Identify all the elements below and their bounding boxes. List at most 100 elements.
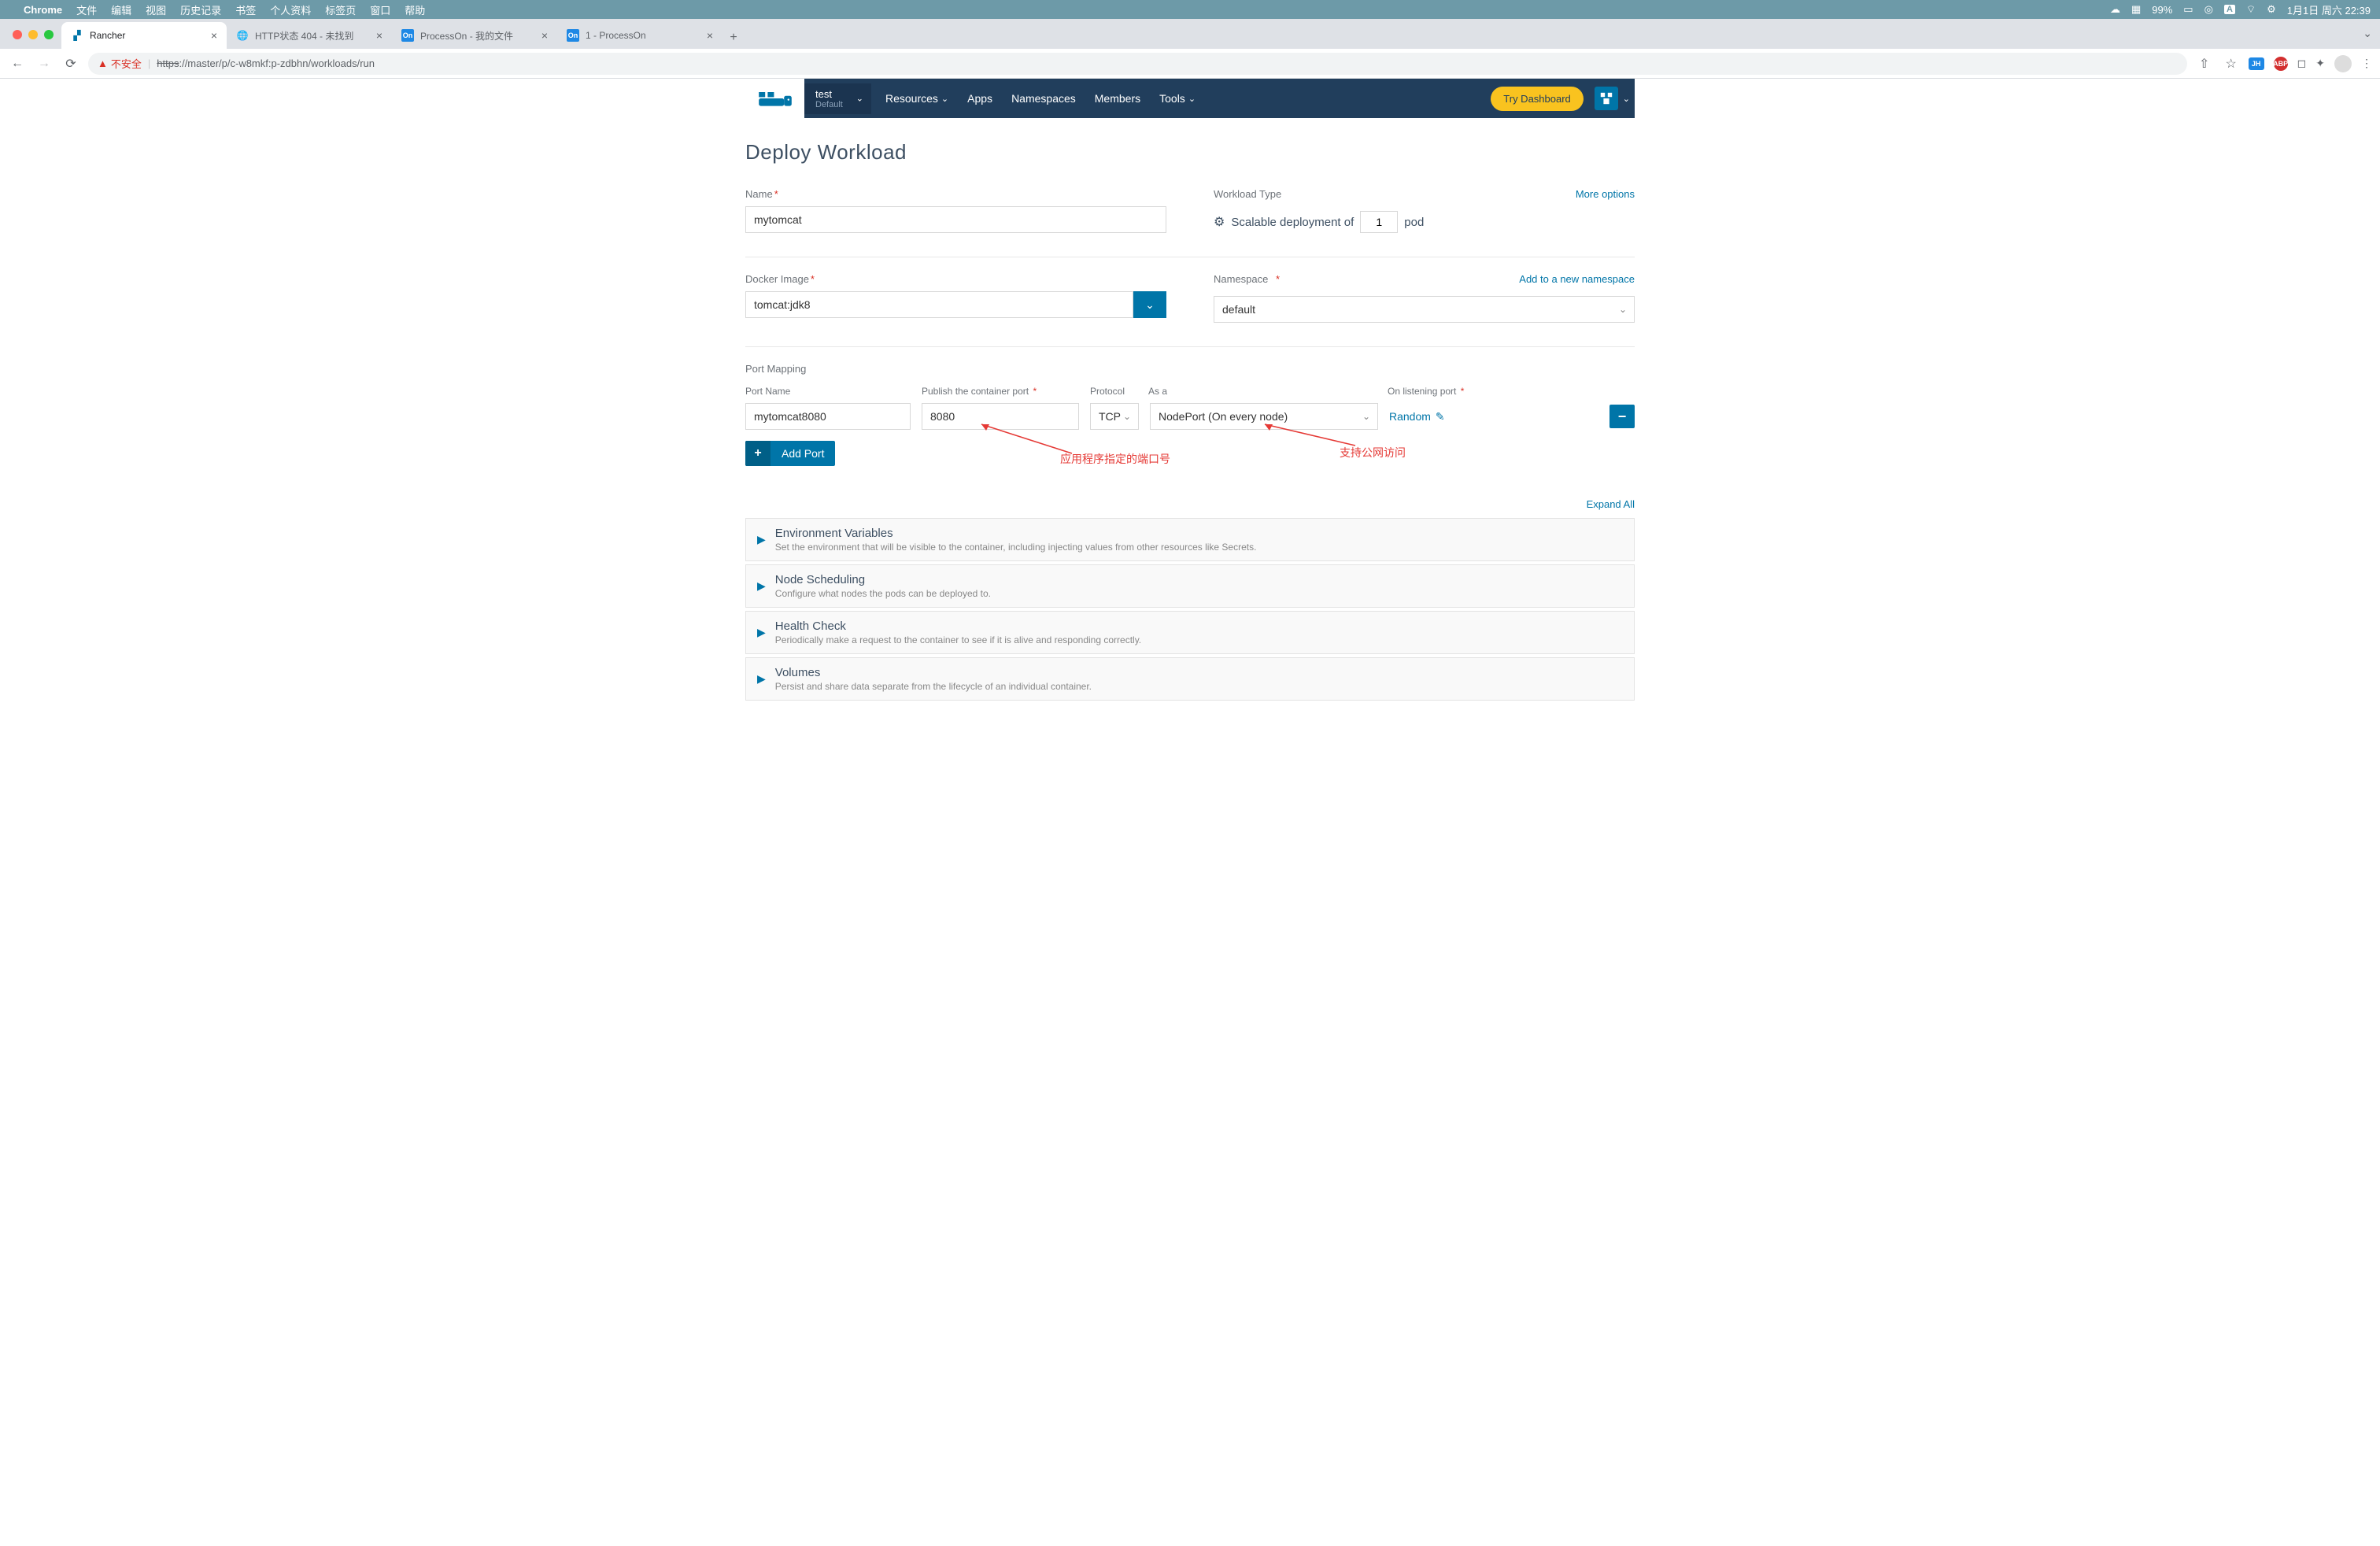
- add-namespace-link[interactable]: Add to a new namespace: [1519, 273, 1635, 285]
- protocol-select[interactable]: TCP: [1090, 403, 1139, 430]
- expand-all-link[interactable]: Expand All: [1587, 498, 1635, 510]
- menu-edit[interactable]: 编辑: [111, 2, 131, 17]
- project-selector[interactable]: test Default ⌄: [804, 83, 871, 114]
- forward-button[interactable]: →: [35, 54, 54, 73]
- port-mapping-label: Port Mapping: [745, 363, 1635, 375]
- reload-button[interactable]: ⟳: [61, 54, 80, 73]
- menu-window[interactable]: 窗口: [370, 2, 390, 17]
- tab-close-button[interactable]: ×: [376, 29, 382, 42]
- address-bar[interactable]: ▲ 不安全 | https://master/p/c-w8mkf:p-zdbhn…: [88, 53, 2187, 75]
- deployment-icon: ⚙: [1214, 214, 1225, 230]
- tab-close-button[interactable]: ×: [707, 29, 713, 42]
- tab-processon-files[interactable]: On ProcessOn - 我的文件 ×: [392, 22, 557, 49]
- extension-abp-icon[interactable]: ABP: [2274, 57, 2288, 71]
- docker-image-input[interactable]: [745, 291, 1133, 318]
- extensions-icon[interactable]: ✦: [2315, 57, 2325, 70]
- menubar-app-name[interactable]: Chrome: [24, 4, 62, 16]
- nav-tools[interactable]: Tools ⌄: [1159, 92, 1196, 105]
- nav-members[interactable]: Members: [1095, 92, 1140, 105]
- profile-avatar-icon[interactable]: [2334, 55, 2352, 72]
- col-as-a: As a: [1148, 386, 1377, 397]
- nav-namespaces[interactable]: Namespaces: [1011, 92, 1076, 105]
- menu-file[interactable]: 文件: [76, 2, 97, 17]
- remove-port-button[interactable]: −: [1609, 405, 1635, 428]
- menu-profiles[interactable]: 个人资料: [270, 2, 311, 17]
- namespace-select[interactable]: default: [1214, 296, 1635, 323]
- bookmark-star-button[interactable]: ☆: [2222, 54, 2241, 73]
- port-name-input[interactable]: [745, 403, 911, 430]
- random-port-link[interactable]: Random ✎: [1389, 410, 1598, 423]
- wifi-icon[interactable]: ⌔: [2246, 3, 2256, 16]
- annotation-port-text: 应用程序指定的端口号: [1060, 451, 1170, 467]
- as-a-select[interactable]: NodePort (On every node): [1150, 403, 1378, 430]
- tab-close-button[interactable]: ×: [541, 29, 548, 42]
- accordion-node-scheduling[interactable]: ▶ Node Scheduling Configure what nodes t…: [745, 564, 1635, 608]
- chevron-down-icon: ⌄: [1623, 94, 1630, 104]
- nav-resources[interactable]: Resources ⌄: [885, 92, 948, 105]
- tab-overflow-button[interactable]: ⌄: [2363, 27, 2372, 40]
- workload-type-label: Workload Type: [1214, 188, 1281, 200]
- more-options-link[interactable]: More options: [1576, 188, 1635, 200]
- battery-icon: ▭: [2183, 3, 2193, 16]
- add-port-button[interactable]: + Add Port: [745, 441, 835, 466]
- port-row: TCP ⌄ NodePort (On every node) ⌄ Random: [745, 403, 1635, 430]
- rancher-logo[interactable]: [745, 79, 804, 118]
- chevron-right-icon: ▶: [757, 533, 766, 546]
- warning-icon: ▲: [98, 57, 108, 69]
- container-port-input[interactable]: [922, 403, 1079, 430]
- insecure-label: 不安全: [111, 56, 142, 71]
- accordion-title: Node Scheduling: [775, 573, 1623, 586]
- col-protocol: Protocol: [1090, 386, 1137, 397]
- url-path: ://master/p/c-w8mkf:p-zdbhn/workloads/ru…: [179, 57, 375, 69]
- menu-history[interactable]: 历史记录: [180, 2, 221, 17]
- chevron-right-icon: ▶: [757, 626, 766, 639]
- menu-tabs[interactable]: 标签页: [325, 2, 356, 17]
- back-button[interactable]: ←: [8, 54, 27, 73]
- control-center-icon[interactable]: ⚙: [2267, 3, 2276, 16]
- name-input[interactable]: [745, 206, 1166, 233]
- rancher-favicon-icon: ▞: [71, 29, 83, 42]
- window-close-button[interactable]: [13, 30, 22, 39]
- menu-bookmarks[interactable]: 书签: [235, 2, 256, 17]
- name-label: Name*: [745, 188, 1166, 200]
- processon-favicon-icon: On: [567, 29, 579, 42]
- pod-count-input[interactable]: [1360, 211, 1398, 233]
- user-menu[interactable]: ⌄: [1595, 87, 1630, 110]
- input-method-icon[interactable]: A: [2224, 5, 2235, 14]
- window-maximize-button[interactable]: [44, 30, 54, 39]
- user-icon: [1595, 87, 1618, 110]
- circle-icon[interactable]: ◎: [2204, 3, 2213, 16]
- accordion-volumes[interactable]: ▶ Volumes Persist and share data separat…: [745, 657, 1635, 701]
- wechat-icon[interactable]: ☁: [2110, 3, 2120, 16]
- tab-rancher[interactable]: ▞ Rancher ×: [61, 22, 227, 49]
- nav-apps[interactable]: Apps: [967, 92, 992, 105]
- try-dashboard-button[interactable]: Try Dashboard: [1491, 87, 1584, 111]
- add-port-label: Add Port: [771, 447, 835, 460]
- chrome-menu-button[interactable]: ⋮: [2361, 57, 2372, 70]
- menu-view[interactable]: 视图: [146, 2, 166, 17]
- accordion-env-vars[interactable]: ▶ Environment Variables Set the environm…: [745, 518, 1635, 561]
- reading-list-icon[interactable]: ◻: [2297, 57, 2307, 70]
- page-content: Deploy Workload Name* Workload Type More…: [745, 118, 1635, 735]
- chevron-down-icon: ⌄: [941, 94, 948, 104]
- menu-help[interactable]: 帮助: [405, 2, 425, 17]
- extension-jh-icon[interactable]: JH: [2249, 57, 2264, 70]
- accordion-health-check[interactable]: ▶ Health Check Periodically make a reque…: [745, 611, 1635, 654]
- window-minimize-button[interactable]: [28, 30, 38, 39]
- workload-type-row: ⚙ Scalable deployment of pod: [1214, 211, 1635, 233]
- tab-close-button[interactable]: ×: [211, 29, 217, 42]
- accordion-title: Volumes: [775, 666, 1623, 679]
- chevron-right-icon: ▶: [757, 579, 766, 593]
- new-tab-button[interactable]: +: [722, 27, 745, 49]
- col-port-name: Port Name: [745, 386, 911, 397]
- datetime[interactable]: 1月1日 周六 22:39: [2287, 2, 2371, 17]
- image-dropdown-button[interactable]: ⌄: [1133, 291, 1166, 318]
- share-button[interactable]: ⇧: [2195, 54, 2214, 73]
- tab-http404[interactable]: 🌐 HTTP状态 404 - 未找到 ×: [227, 22, 392, 49]
- grid-icon[interactable]: ▦: [2131, 3, 2141, 16]
- col-listening-port: On listening port *: [1388, 386, 1598, 397]
- tab-title: 1 - ProcessOn: [586, 30, 646, 41]
- plus-icon: +: [745, 441, 771, 466]
- tab-processon-1[interactable]: On 1 - ProcessOn ×: [557, 22, 722, 49]
- chevron-down-icon: ⌄: [1145, 298, 1155, 312]
